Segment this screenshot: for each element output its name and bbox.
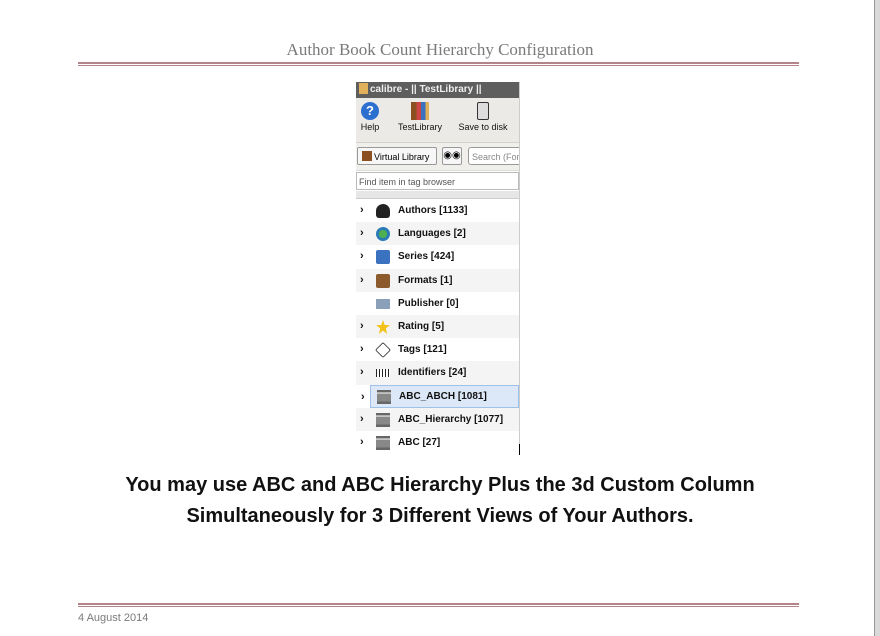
- tree-item[interactable]: › Tags [121]: [356, 338, 519, 361]
- barcode-icon: [376, 369, 390, 378]
- header-rule: [78, 62, 799, 66]
- tree-item[interactable]: › Rating [5]: [356, 314, 519, 339]
- tag-browser-tree: › Authors [1133] › Languages [2] › Series [42…: [356, 199, 519, 452]
- window-title: calibre - || TestLibrary ||: [370, 84, 482, 95]
- tree-item-label: ABC [27]: [398, 436, 441, 448]
- library-button[interactable]: TestLibrary: [396, 102, 444, 132]
- chevron-right-icon[interactable]: ›: [360, 315, 364, 338]
- binoculars-icon: ◉◉: [443, 150, 461, 161]
- tree-item[interactable]: › Series [424]: [356, 245, 519, 268]
- tree-item[interactable]: Publisher [0]: [356, 292, 519, 315]
- tree-item[interactable]: › Formats [1]: [356, 268, 519, 292]
- column-icon: [376, 412, 390, 427]
- save-disk-icon: [477, 102, 489, 120]
- tree-item-label: Formats [1]: [398, 274, 453, 286]
- chevron-right-icon[interactable]: ›: [360, 269, 364, 292]
- toolbar: ? Help TestLibrary Save to disk: [356, 98, 519, 143]
- star-icon: [376, 319, 390, 334]
- tree-item[interactable]: › Identifiers [24]: [356, 361, 519, 385]
- footer-date: 4 August 2014: [78, 612, 149, 624]
- publisher-icon: [376, 298, 390, 309]
- saved-search-button[interactable]: ◉◉: [442, 147, 462, 165]
- tree-item-label: ABC_Hierarchy [1077]: [398, 413, 504, 425]
- tree-header: [356, 191, 519, 199]
- tree-item-label: Languages [2]: [398, 228, 466, 240]
- books-icon: [362, 151, 372, 161]
- tree-item-label: Rating [5]: [398, 320, 445, 332]
- save-to-disk-label: Save to disk: [458, 122, 508, 132]
- format-icon: [376, 273, 390, 288]
- page-title: Author Book Count Hierarchy Configuratio…: [286, 40, 594, 59]
- chevron-right-icon[interactable]: ›: [361, 386, 365, 409]
- chevron-right-icon[interactable]: ›: [360, 338, 364, 361]
- chevron-right-icon[interactable]: ›: [360, 199, 364, 222]
- virtual-library-label: Virtual Library: [374, 152, 430, 162]
- text-cursor: [519, 444, 520, 455]
- tag-icon: [375, 342, 391, 359]
- footer-rule: [78, 603, 799, 607]
- chevron-right-icon[interactable]: ›: [360, 408, 364, 431]
- tree-item[interactable]: › ABC_ABCH [1081]: [361, 384, 519, 408]
- column-icon: [377, 389, 391, 404]
- find-in-tag-browser-input[interactable]: Find item in tag browser: [356, 172, 519, 190]
- tree-item-label: Publisher [0]: [398, 297, 459, 309]
- library-label: TestLibrary: [397, 122, 442, 132]
- caption-line-2: Simultaneously for 3 Different Views of …: [186, 505, 694, 527]
- tree-item[interactable]: › ABC_Hierarchy [1077]: [356, 407, 519, 431]
- tree-item-label: Series [424]: [398, 251, 455, 263]
- page-edge: [874, 0, 880, 636]
- chevron-right-icon[interactable]: ›: [360, 361, 364, 384]
- library-row: Virtual Library ◉◉ Search (For: [356, 143, 519, 171]
- tree-item[interactable]: › Authors [1133]: [356, 199, 519, 222]
- caption: You may use ABC and ABC Hierarchy Plus t…: [0, 470, 880, 532]
- tree-item-label: Tags [121]: [398, 344, 447, 356]
- chevron-right-icon[interactable]: ›: [360, 431, 364, 452]
- chevron-right-icon[interactable]: ›: [360, 222, 364, 245]
- column-icon: [376, 435, 390, 450]
- chevron-right-icon[interactable]: ›: [360, 245, 364, 268]
- calibre-screenshot: calibre - || TestLibrary || ? Help TestL…: [356, 82, 520, 452]
- virtual-library-button[interactable]: Virtual Library: [357, 147, 437, 165]
- caption-line-1: You may use ABC and ABC Hierarchy Plus t…: [125, 474, 755, 496]
- tree-item-label: Authors [1133]: [398, 205, 468, 216]
- save-to-disk-button[interactable]: Save to disk: [456, 102, 510, 132]
- calibre-logo-icon: [359, 83, 368, 94]
- help-label: Help: [360, 122, 380, 132]
- tree-item-label: ABC_ABCH [1081]: [399, 390, 487, 402]
- help-button[interactable]: ? Help: [359, 102, 381, 132]
- help-icon: ?: [361, 102, 379, 120]
- library-icon: [411, 102, 429, 120]
- tree-item[interactable]: › ABC [27]: [356, 431, 519, 452]
- person-icon: [376, 204, 390, 218]
- globe-icon: [376, 227, 390, 242]
- tree-item-label: Identifiers [24]: [398, 367, 467, 379]
- search-input[interactable]: Search (For: [468, 147, 519, 165]
- tree-item[interactable]: › Languages [2]: [356, 222, 519, 246]
- book-icon: [376, 250, 390, 265]
- window-titlebar: calibre - || TestLibrary ||: [356, 82, 519, 98]
